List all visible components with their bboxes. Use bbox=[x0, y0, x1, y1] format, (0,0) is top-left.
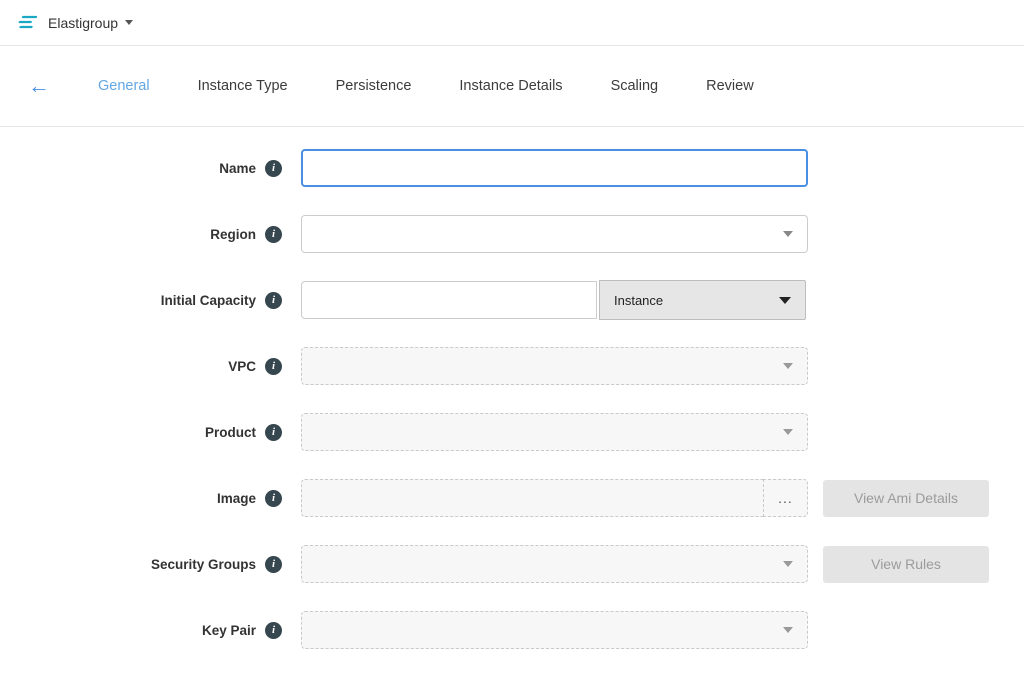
wizard-tab-bar: ← General Instance Type Persistence Inst… bbox=[0, 46, 1024, 127]
back-arrow-icon[interactable]: ← bbox=[20, 71, 58, 101]
chevron-down-icon bbox=[783, 561, 793, 567]
security-groups-label: Security Groups bbox=[151, 557, 256, 572]
info-icon[interactable]: i bbox=[265, 292, 282, 309]
image-browse-button[interactable]: ... bbox=[763, 479, 808, 517]
info-icon[interactable]: i bbox=[265, 490, 282, 507]
form-row-vpc: VPC i bbox=[0, 347, 1024, 385]
elastigroup-logo-icon bbox=[16, 13, 38, 33]
product-select bbox=[301, 413, 808, 451]
chevron-down-icon bbox=[779, 297, 791, 304]
region-select[interactable] bbox=[301, 215, 808, 253]
wizard-tabs: General Instance Type Persistence Instan… bbox=[98, 78, 802, 94]
info-icon[interactable]: i bbox=[265, 622, 282, 639]
view-rules-button[interactable]: View Rules bbox=[823, 546, 989, 583]
app-header: Elastigroup bbox=[0, 0, 1024, 46]
info-icon[interactable]: i bbox=[265, 556, 282, 573]
chevron-down-icon bbox=[783, 627, 793, 633]
view-ami-details-button[interactable]: View Ami Details bbox=[823, 480, 989, 517]
tab-scaling[interactable]: Scaling bbox=[611, 78, 659, 94]
vpc-select bbox=[301, 347, 808, 385]
form-row-key-pair: Key Pair i bbox=[0, 611, 1024, 649]
tab-persistence[interactable]: Persistence bbox=[336, 78, 412, 94]
form-row-region: Region i bbox=[0, 215, 1024, 253]
key-pair-label: Key Pair bbox=[202, 623, 256, 638]
region-label: Region bbox=[210, 227, 256, 242]
capacity-unit-value: Instance bbox=[614, 293, 663, 308]
product-label: Product bbox=[205, 425, 256, 440]
chevron-down-icon[interactable] bbox=[125, 20, 133, 25]
form-row-name: Name i bbox=[0, 149, 1024, 187]
name-input[interactable] bbox=[301, 149, 808, 187]
info-icon[interactable]: i bbox=[265, 226, 282, 243]
info-icon[interactable]: i bbox=[265, 160, 282, 177]
tab-review[interactable]: Review bbox=[706, 78, 754, 94]
security-groups-select bbox=[301, 545, 808, 583]
tab-general[interactable]: General bbox=[98, 78, 150, 94]
chevron-down-icon bbox=[783, 429, 793, 435]
tab-instance-type[interactable]: Instance Type bbox=[198, 78, 288, 94]
general-settings-form: Name i Region i Initial Capacity i Insta… bbox=[0, 127, 1024, 649]
app-switcher-label[interactable]: Elastigroup bbox=[48, 15, 118, 31]
form-row-image: Image i ... View Ami Details bbox=[0, 479, 1024, 517]
vpc-label: VPC bbox=[228, 359, 256, 374]
tab-instance-details[interactable]: Instance Details bbox=[459, 78, 562, 94]
chevron-down-icon bbox=[783, 363, 793, 369]
image-label: Image bbox=[217, 491, 256, 506]
info-icon[interactable]: i bbox=[265, 424, 282, 441]
image-input bbox=[301, 479, 763, 517]
info-icon[interactable]: i bbox=[265, 358, 282, 375]
chevron-down-icon bbox=[783, 231, 793, 237]
form-row-initial-capacity: Initial Capacity i Instance bbox=[0, 281, 1024, 319]
name-label: Name bbox=[219, 161, 256, 176]
capacity-unit-select[interactable]: Instance bbox=[599, 280, 806, 320]
form-row-product: Product i bbox=[0, 413, 1024, 451]
initial-capacity-label: Initial Capacity bbox=[161, 293, 256, 308]
initial-capacity-input[interactable] bbox=[301, 281, 597, 319]
key-pair-select bbox=[301, 611, 808, 649]
form-row-security-groups: Security Groups i View Rules bbox=[0, 545, 1024, 583]
